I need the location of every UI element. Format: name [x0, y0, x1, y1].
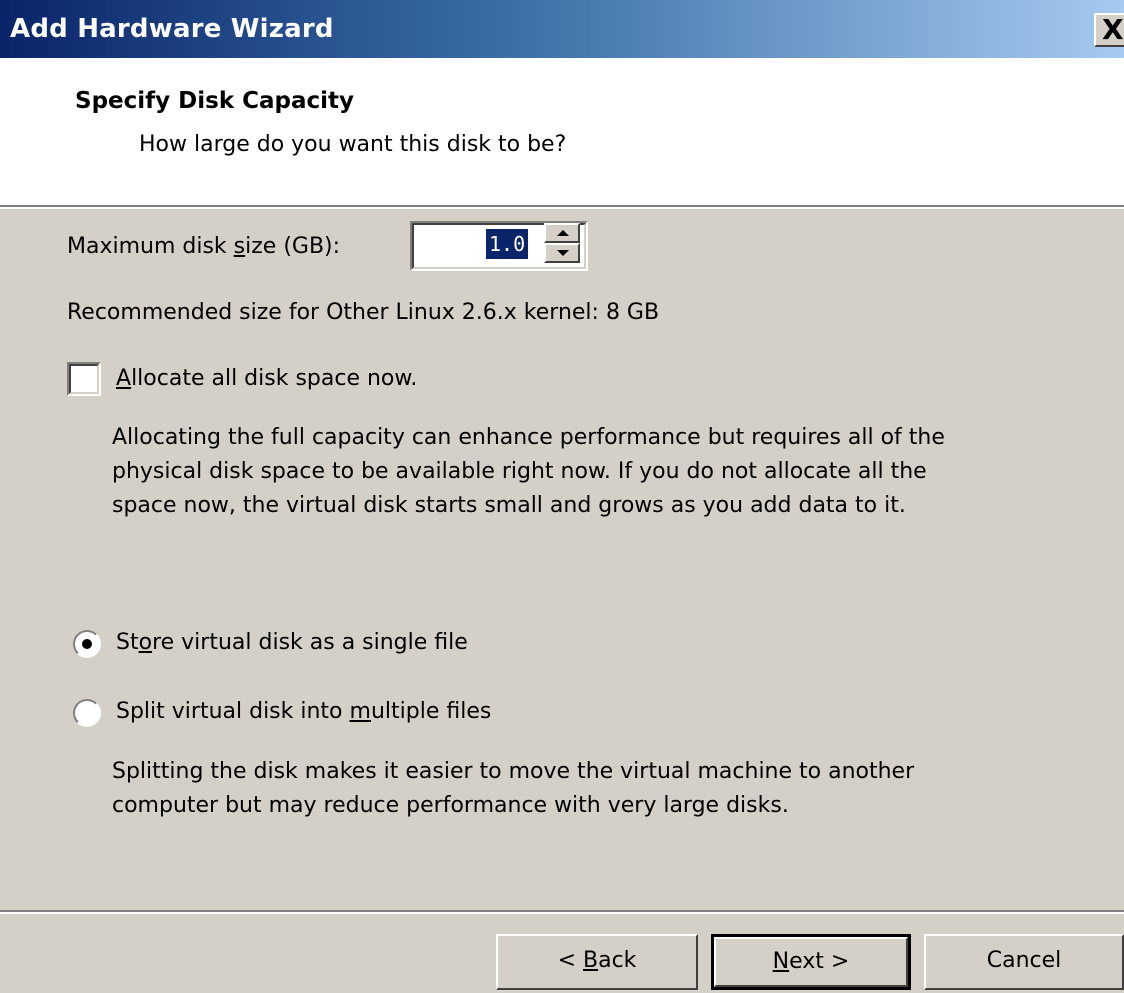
window-title: Add Hardware Wizard	[10, 14, 334, 44]
next-label-post: ext >	[789, 949, 850, 974]
radio-selected-dot	[82, 639, 92, 649]
close-button[interactable]: X	[1094, 13, 1124, 47]
disk-size-input[interactable]: 1.0	[486, 229, 529, 259]
checkbox-frame	[69, 364, 99, 394]
next-button[interactable]: Next >	[711, 934, 911, 990]
split-files-description: Splitting the disk makes it easier to mo…	[112, 755, 914, 823]
allocate-description: Allocating the full capacity can enhance…	[112, 421, 945, 523]
allocate-all-label[interactable]: Allocate all disk space now.	[116, 366, 417, 391]
allocate-description-line: space now, the virtual disk starts small…	[112, 493, 906, 518]
next-label-mnemonic: N	[772, 949, 790, 974]
single-file-label[interactable]: Store virtual disk as a single file	[116, 630, 468, 655]
split-files-radio[interactable]	[73, 699, 101, 727]
split-files-label-post: ultiple files	[370, 699, 492, 724]
split-files-label-mnemonic: m	[349, 699, 371, 724]
single-file-radio[interactable]	[73, 630, 101, 658]
split-description-line: computer but may reduce performance with…	[112, 793, 789, 818]
title-bar[interactable]: Add Hardware Wizard X	[0, 0, 1124, 58]
disk-size-spinner[interactable]: 1.0	[410, 221, 588, 271]
add-hardware-wizard-window: Add Hardware Wizard X Specify Disk Capac…	[0, 0, 1124, 993]
disk-size-label-mnemonic: s	[233, 234, 246, 259]
footer-divider	[0, 910, 1124, 914]
single-file-label-post: re virtual disk as a single file	[152, 630, 468, 655]
back-label-post: ack	[598, 948, 637, 973]
header-divider	[0, 205, 1124, 209]
recommended-size-text: Recommended size for Other Linux 2.6.x k…	[67, 300, 660, 325]
split-files-label[interactable]: Split virtual disk into multiple files	[116, 699, 491, 724]
spinner-up-button[interactable]	[544, 223, 580, 243]
allocate-description-line: physical disk space to be available righ…	[112, 459, 927, 484]
back-label-pre: <	[557, 948, 583, 973]
arrow-up-icon	[557, 230, 569, 236]
disk-size-label-pre: Maximum disk	[67, 234, 234, 259]
arrow-down-icon	[557, 250, 569, 256]
back-button[interactable]: < Back	[496, 934, 698, 990]
allocate-description-line: Allocating the full capacity can enhance…	[112, 425, 945, 450]
next-button-face: Next >	[714, 937, 908, 987]
disk-size-label-post: ize (GB):	[245, 234, 341, 259]
spinner-down-button[interactable]	[544, 243, 580, 263]
close-icon: X	[1102, 13, 1124, 46]
allocate-label-mnemonic: A	[116, 366, 132, 391]
split-files-label-pre: Split virtual disk into	[116, 699, 350, 724]
single-file-label-mnemonic: o	[138, 630, 153, 655]
back-label-mnemonic: B	[583, 948, 599, 973]
single-file-label-pre: St	[116, 630, 139, 655]
wizard-header: Specify Disk Capacity How large do you w…	[0, 58, 1124, 205]
page-title: Specify Disk Capacity	[75, 88, 355, 114]
disk-size-label: Maximum disk size (GB):	[67, 234, 340, 259]
cancel-button[interactable]: Cancel	[924, 934, 1124, 990]
allocate-all-checkbox[interactable]	[67, 362, 101, 396]
allocate-label-rest: llocate all disk space now.	[131, 366, 418, 391]
page-subtitle: How large do you want this disk to be?	[139, 132, 567, 157]
split-description-line: Splitting the disk makes it easier to mo…	[112, 759, 915, 784]
